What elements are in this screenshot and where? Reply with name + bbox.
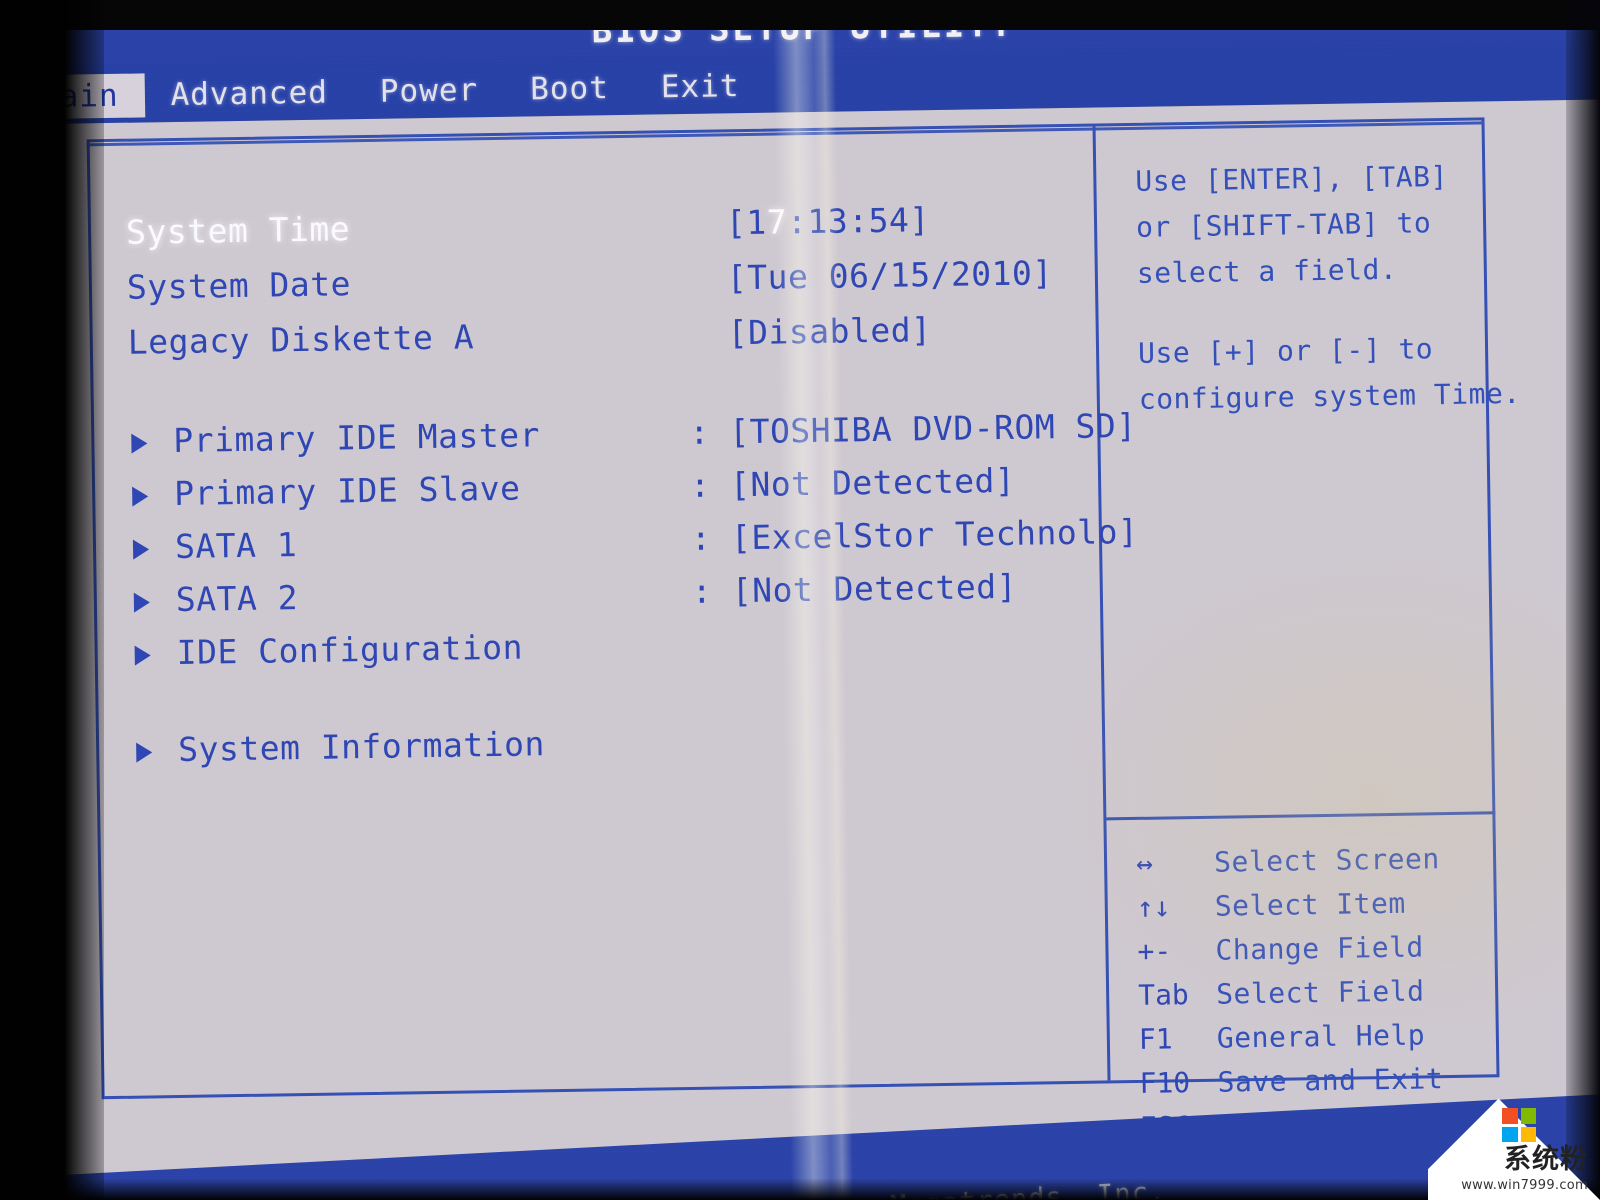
submenu-arrow-icon — [131, 433, 148, 454]
submenu-label-primary-ide-master: Primary IDE Master — [173, 415, 541, 461]
tab-boot[interactable]: Boot — [504, 66, 635, 112]
device-value-primary-ide-slave: [Not Detected] — [729, 460, 1016, 505]
monitor-bezel-bottom — [0, 1178, 1600, 1200]
help-line: Use [ENTER], [TAB] — [1135, 159, 1449, 198]
submenu-label-ide-configuration: IDE Configuration — [176, 627, 524, 672]
logo-square-blue — [1502, 1126, 1518, 1142]
main-settings-column: System Time [17:13:54] System Date [Tue … — [125, 198, 1139, 784]
time-value-prefix: [1 — [725, 202, 768, 243]
device-value-primary-ide-master: [TOSHIBA DVD-ROM SD] — [728, 405, 1137, 452]
device-value-sata-2: [Not Detected] — [731, 566, 1018, 611]
submenu-label-sata-2: SATA 2 — [175, 578, 299, 619]
up-down-arrow-icon: ↑↓ — [1136, 890, 1171, 924]
help-line: Use [+] or [-] to — [1137, 332, 1434, 370]
logo-square-green — [1520, 1108, 1536, 1124]
device-colon-sata-1: : — [690, 518, 712, 558]
tab-key-icon: Tab — [1137, 978, 1190, 1012]
submenu-label-sata-1: SATA 1 — [174, 525, 298, 566]
device-colon-sata-2: : — [691, 571, 712, 611]
legend-row-general-help: F1 General Help — [1139, 1017, 1540, 1067]
legend-action-general-help: General Help — [1216, 1018, 1426, 1055]
legend-action-select-field: Select Field — [1215, 974, 1425, 1011]
device-colon-primary-ide-master: : — [688, 412, 710, 452]
crt-screen: BIOS SETUP UTILITY Main Advanced Power B… — [0, 0, 1600, 1200]
setting-value-system-time[interactable]: [17:13:54] — [726, 200, 930, 242]
submenu-arrow-icon — [136, 742, 153, 763]
legend-row-change-field: +- Change Field — [1137, 929, 1538, 979]
legend-action-change-field: Change Field — [1215, 930, 1425, 967]
device-value-sata-1: [ExcelStor Technolo] — [730, 511, 1139, 558]
legend-row-select-field: Tab Select Field — [1138, 973, 1539, 1023]
device-colon-primary-ide-slave: : — [689, 465, 711, 505]
help-paragraph-configure-time: Use [+] or [-] to configure system Time. — [1138, 325, 1539, 423]
legend-action-select-item: Select Item — [1214, 886, 1406, 923]
left-right-arrow-icon: ↔ — [1135, 846, 1154, 880]
legend-row-select-item: ↑↓ Select Item — [1137, 885, 1538, 935]
setting-label-system-time: System Time — [125, 209, 351, 252]
monitor-bezel-right — [1566, 0, 1600, 1200]
setting-value-legacy-diskette-a[interactable]: [Disabled] — [727, 310, 931, 352]
submenu-arrow-icon — [133, 592, 151, 613]
help-line: or [SHIFT-TAB] to — [1135, 206, 1432, 244]
submenu-label-primary-ide-slave: Primary IDE Slave — [173, 468, 521, 514]
setting-value-system-date[interactable]: [Tue 06/15/2010] — [727, 253, 1053, 297]
legend-row-select-screen: ↔ Select Screen — [1136, 841, 1537, 891]
logo-square-red — [1502, 1108, 1518, 1124]
submenu-arrow-icon — [132, 486, 149, 507]
submenu-label-system-information: System Information — [177, 724, 546, 769]
tab-exit[interactable]: Exit — [634, 64, 765, 110]
f1-key-icon: F1 — [1138, 1022, 1173, 1056]
monitor-bezel-top — [0, 0, 1600, 30]
help-paragraph-select-field: Use [ENTER], [TAB] or [SHIFT-TAB] to sel… — [1135, 153, 1537, 297]
time-value-suffix: :13:54] — [786, 200, 930, 242]
watermark-site-name: 系统粉 — [1504, 1144, 1588, 1175]
time-value-cursor-digit: 7 — [766, 202, 788, 242]
help-line: select a field. — [1136, 252, 1398, 290]
f10-key-icon: F10 — [1139, 1066, 1191, 1100]
bios-photo-scene: BIOS SETUP UTILITY Main Advanced Power B… — [0, 0, 1600, 1200]
legend-action-save-and-exit: Save and Exit — [1217, 1062, 1444, 1099]
submenu-arrow-icon — [134, 645, 151, 666]
setup-body: System Time [17:13:54] System Date [Tue … — [0, 99, 1600, 1200]
help-panel: Use [ENTER], [TAB] or [SHIFT-TAB] to sel… — [1135, 153, 1540, 457]
watermark-url: www.win7999.com — [1461, 1178, 1588, 1193]
help-line: configure system Time. — [1138, 376, 1521, 416]
windows-logo-icon — [1502, 1108, 1536, 1142]
setting-label-system-date: System Date — [126, 264, 352, 307]
legend-action-select-screen: Select Screen — [1213, 842, 1440, 879]
plus-minus-icon: +- — [1137, 934, 1172, 968]
watermark: 系统粉 www.win7999.com — [1428, 1088, 1600, 1200]
tab-advanced[interactable]: Advanced — [144, 70, 354, 117]
monitor-bezel-left — [0, 0, 104, 1200]
tab-power[interactable]: Power — [354, 68, 505, 114]
logo-square-yellow — [1520, 1126, 1536, 1142]
submenu-arrow-icon — [132, 539, 150, 560]
setting-label-legacy-diskette-a: Legacy Diskette A — [127, 317, 475, 362]
